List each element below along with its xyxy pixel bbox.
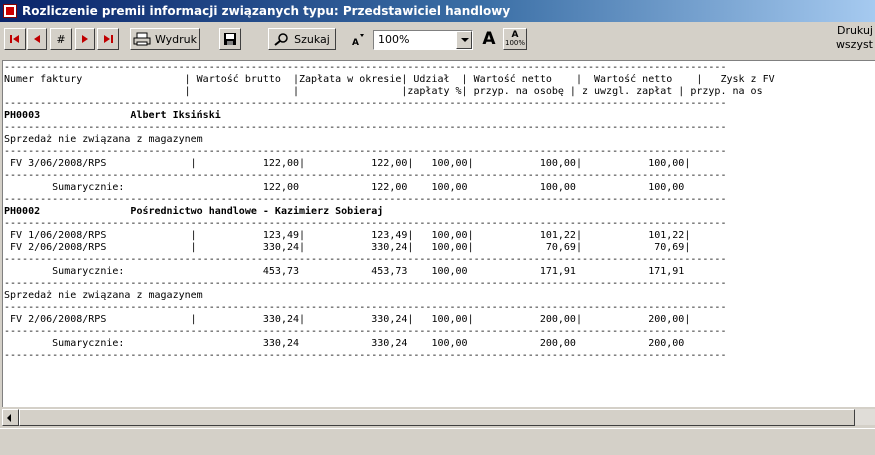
zoom-in-button[interactable]: A bbox=[477, 28, 501, 50]
print-all-line1: Drukuj bbox=[836, 24, 873, 37]
svg-text:A: A bbox=[352, 38, 359, 46]
toolbar: # Wydruk Szukaj A 100% A A 100% Drukuj w… bbox=[0, 22, 875, 58]
report-separator: ----------------------------------------… bbox=[4, 170, 727, 181]
report-separator: ----------------------------------------… bbox=[4, 278, 727, 289]
report-separator: ----------------------------------------… bbox=[4, 302, 727, 313]
report-line: FV 1/06/2008/RPS | 123,49| 123,49| 100,0… bbox=[4, 230, 691, 241]
chevron-down-icon[interactable] bbox=[456, 31, 472, 49]
zoom-out-icon: A bbox=[352, 34, 364, 46]
report-separator: ----------------------------------------… bbox=[4, 194, 727, 205]
report-separator: ----------------------------------------… bbox=[4, 122, 727, 133]
report-separator: ----------------------------------------… bbox=[4, 62, 727, 73]
report-line: PH0002 Pośrednictwo handlowe - Kazimierz… bbox=[4, 206, 384, 217]
report-line: | | |zapłaty %| przyp. na osobę | z uwzg… bbox=[4, 86, 763, 97]
zoom-value: 100% bbox=[378, 33, 410, 46]
horizontal-scrollbar[interactable] bbox=[2, 408, 875, 426]
report-separator: ----------------------------------------… bbox=[4, 350, 727, 361]
first-page-icon bbox=[10, 35, 19, 43]
report-separator: ----------------------------------------… bbox=[4, 218, 727, 229]
search-icon bbox=[274, 33, 288, 46]
report-separator: ----------------------------------------… bbox=[4, 98, 727, 109]
print-all-line2: wszyst bbox=[835, 38, 873, 51]
report-line: Sprzedaż nie związana z magazynem bbox=[4, 290, 203, 301]
printer-icon bbox=[133, 32, 151, 46]
search-label: Szukaj bbox=[294, 32, 330, 46]
zoom-reset-button[interactable]: A 100% bbox=[503, 28, 527, 50]
scrollbar-thumb[interactable] bbox=[19, 409, 855, 426]
report-line: Numer faktury | Wartość brutto |Zapłata … bbox=[4, 74, 775, 85]
page-number-button[interactable]: # bbox=[50, 28, 72, 50]
window-title: Rozliczenie premii informacji związanych… bbox=[22, 4, 511, 18]
search-button[interactable]: Szukaj bbox=[268, 28, 336, 50]
report-line: Sprzedaż nie związana z magazynem bbox=[4, 134, 203, 145]
status-bar bbox=[0, 428, 875, 455]
print-label: Wydruk bbox=[154, 32, 198, 46]
zoom-reset-label: 100% bbox=[504, 39, 525, 47]
report-separator: ----------------------------------------… bbox=[4, 254, 727, 265]
page-number-label: # bbox=[56, 32, 66, 46]
next-page-button[interactable] bbox=[75, 28, 95, 50]
report-line: PH0003 Albert Iksiński bbox=[4, 110, 221, 121]
next-page-icon bbox=[82, 35, 88, 43]
zoom-select[interactable]: 100% bbox=[373, 30, 473, 50]
zoom-in-label: A bbox=[482, 29, 496, 49]
report-text: ----------------------------------------… bbox=[4, 62, 775, 362]
report-line: Sumarycznie: 122,00 122,00 100,00 100,00… bbox=[4, 182, 685, 193]
first-page-button[interactable] bbox=[4, 28, 26, 50]
zoom-out-button[interactable]: A bbox=[347, 28, 369, 50]
report-separator: ----------------------------------------… bbox=[4, 326, 727, 337]
print-button[interactable]: Wydruk bbox=[130, 28, 200, 50]
save-button[interactable] bbox=[219, 28, 241, 50]
report-separator: ----------------------------------------… bbox=[4, 146, 727, 157]
report-line: FV 3/06/2008/RPS | 122,00| 122,00| 100,0… bbox=[4, 158, 691, 169]
previous-page-button[interactable] bbox=[27, 28, 47, 50]
report-line: Sumarycznie: 330,24 330,24 100,00 200,00… bbox=[4, 338, 685, 349]
previous-page-icon bbox=[34, 35, 40, 43]
report-line: FV 2/06/2008/RPS | 330,24| 330,24| 100,0… bbox=[4, 242, 691, 253]
report-preview[interactable]: ----------------------------------------… bbox=[2, 60, 875, 407]
zoom-reset-icon: A 100% bbox=[504, 30, 525, 48]
app-icon bbox=[3, 4, 17, 18]
print-all-label[interactable]: Drukuj wszyst bbox=[836, 24, 873, 52]
scroll-left-icon[interactable] bbox=[2, 409, 19, 426]
report-line: Sumarycznie: 453,73 453,73 100,00 171,91… bbox=[4, 266, 685, 277]
last-page-button[interactable] bbox=[97, 28, 119, 50]
title-bar: Rozliczenie premii informacji związanych… bbox=[0, 0, 875, 22]
report-line: FV 2/06/2008/RPS | 330,24| 330,24| 100,0… bbox=[4, 314, 691, 325]
save-icon bbox=[224, 33, 236, 45]
last-page-icon bbox=[104, 35, 113, 43]
